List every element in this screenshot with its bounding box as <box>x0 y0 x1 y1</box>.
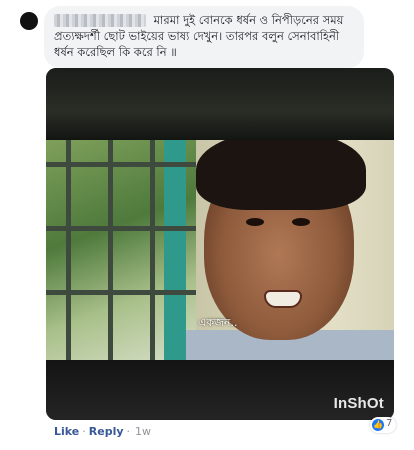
separator-dot: · <box>126 425 131 438</box>
boy-eye <box>246 218 264 226</box>
video-player[interactable]: একজন.. InShOt <box>46 68 394 420</box>
thumbs-up-icon: 👍 <box>372 419 384 431</box>
comment-actions: Like · Reply · 1w <box>54 425 151 438</box>
comment-bubble: মারমা দুই বোনকে ধর্ষন ও নিপীড়নের সময় প… <box>44 6 364 68</box>
boy-mouth <box>264 290 302 308</box>
separator-dot: · <box>82 425 86 438</box>
window-bar <box>108 140 113 362</box>
video-subtitle: একজন.. <box>198 316 238 329</box>
avatar[interactable] <box>20 12 38 30</box>
window-bar <box>150 140 155 362</box>
window-bar <box>46 290 196 295</box>
reaction-summary[interactable]: 👍 7 <box>370 417 396 433</box>
boy-hair <box>196 140 366 210</box>
green-pillar <box>164 140 186 362</box>
reply-link[interactable]: Reply <box>89 425 124 438</box>
comment-timestamp[interactable]: 1w <box>135 425 151 438</box>
window-bar <box>46 162 196 167</box>
inshot-watermark: InShOt <box>333 395 384 412</box>
boy-eye <box>292 218 310 226</box>
like-link[interactable]: Like <box>54 425 79 438</box>
window-bar <box>46 226 196 231</box>
video-blur-top <box>46 68 394 140</box>
reaction-count: 7 <box>386 418 393 429</box>
blurred-author-name[interactable] <box>54 14 146 27</box>
window-bar <box>66 140 71 362</box>
